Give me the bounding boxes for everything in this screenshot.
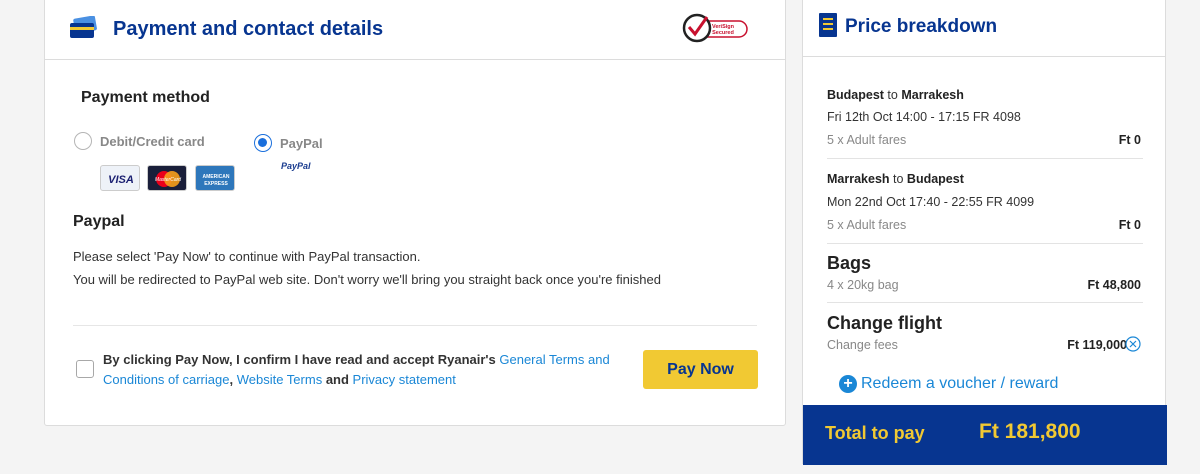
payment-header: Payment and contact details VeriSign Sec… [45, 0, 785, 60]
inbound-details: Mon 22nd Oct 17:40 - 22:55 FR 4099 [827, 195, 1035, 209]
plus-circle-icon: + [839, 375, 857, 393]
divider [827, 158, 1143, 159]
terms-text: By clicking Pay Now, I confirm I have re… [103, 350, 623, 390]
route-connector: to [883, 88, 902, 102]
svg-text:EXPRESS: EXPRESS [204, 181, 228, 187]
outbound-details: Fri 12th Oct 14:00 - 17:15 FR 4098 [827, 110, 1021, 124]
outbound-route: Budapest to Marrakesh [827, 88, 964, 102]
total-label: Total to pay [825, 423, 925, 443]
mastercard-logo-icon: MasterCard [147, 165, 187, 191]
divider [73, 325, 757, 326]
payment-method-label: Payment method [81, 89, 210, 106]
svg-text:VISA: VISA [108, 174, 134, 186]
amex-logo-icon: AMERICAN EXPRESS [195, 165, 235, 191]
paypal-radio[interactable] [254, 134, 272, 152]
outbound-to: Marrakesh [901, 88, 964, 102]
remove-circle-icon[interactable] [1125, 336, 1141, 352]
website-terms-link[interactable]: Website Terms [237, 372, 323, 387]
divider [827, 243, 1143, 244]
inbound-route: Marrakesh to Budapest [827, 172, 964, 186]
bags-detail: 4 x 20kg bag [827, 278, 899, 292]
pay-now-button[interactable]: Pay Now [643, 350, 758, 389]
voucher-label: Redeem a voucher / reward [861, 375, 1059, 392]
price-breakdown-panel: Price breakdown Budapest to Marrakesh Fr… [802, 0, 1167, 465]
change-flight-label: Change flight [827, 313, 942, 333]
change-fees-label: Change fees [827, 338, 898, 352]
price-breakdown-title: Price breakdown [845, 16, 998, 37]
svg-text:AMERICAN: AMERICAN [203, 174, 230, 180]
paypal-heading: Paypal [73, 213, 125, 230]
card-option-label[interactable]: Debit/Credit card [100, 134, 205, 149]
privacy-statement-link[interactable]: Privacy statement [353, 372, 456, 387]
page-title: Payment and contact details [113, 18, 384, 40]
inbound-from: Marrakesh [827, 172, 890, 186]
paypal-logo: PayPal [281, 161, 311, 171]
price-header: Price breakdown [803, 0, 1165, 57]
svg-text:MasterCard: MasterCard [155, 177, 181, 183]
redeem-voucher-link[interactable]: + Redeem a voucher / reward [839, 375, 1058, 393]
payment-panel: Payment and contact details VeriSign Sec… [44, 0, 786, 426]
paypal-option-label[interactable]: PayPal [280, 136, 323, 151]
terms-separator: and [322, 372, 353, 387]
visa-logo-icon: VISA [100, 165, 140, 191]
inbound-to: Budapest [906, 172, 964, 186]
bags-label: Bags [827, 253, 872, 273]
bags-value: Ft 48,800 [1087, 278, 1141, 292]
svg-text:Secured: Secured [712, 30, 734, 36]
inbound-fare-label: 5 x Adult fares [827, 218, 907, 232]
route-connector: to [889, 172, 907, 186]
outbound-fare-label: 5 x Adult fares [827, 133, 907, 147]
receipt-icon [819, 13, 837, 37]
terms-separator: , [229, 372, 237, 387]
credit-card-icon [70, 16, 97, 38]
terms-prefix: By clicking Pay Now, I confirm I have re… [103, 352, 500, 367]
verisign-secured-icon: VeriSign Secured [682, 13, 748, 43]
outbound-fare-value: Ft 0 [1118, 133, 1141, 147]
paypal-instruction: Please select 'Pay Now' to continue with… [73, 249, 421, 264]
divider [827, 302, 1143, 303]
change-fees-value: Ft 119,000 [1067, 338, 1127, 352]
card-radio[interactable] [74, 132, 92, 150]
outbound-from: Budapest [827, 88, 884, 102]
total-bar: Total to pay Ft 181,800 [803, 405, 1167, 465]
inbound-fare-value: Ft 0 [1118, 218, 1141, 232]
total-value: Ft 181,800 [979, 420, 1081, 443]
terms-checkbox[interactable] [76, 360, 94, 378]
paypal-redirect-note: You will be redirected to PayPal web sit… [73, 272, 661, 287]
